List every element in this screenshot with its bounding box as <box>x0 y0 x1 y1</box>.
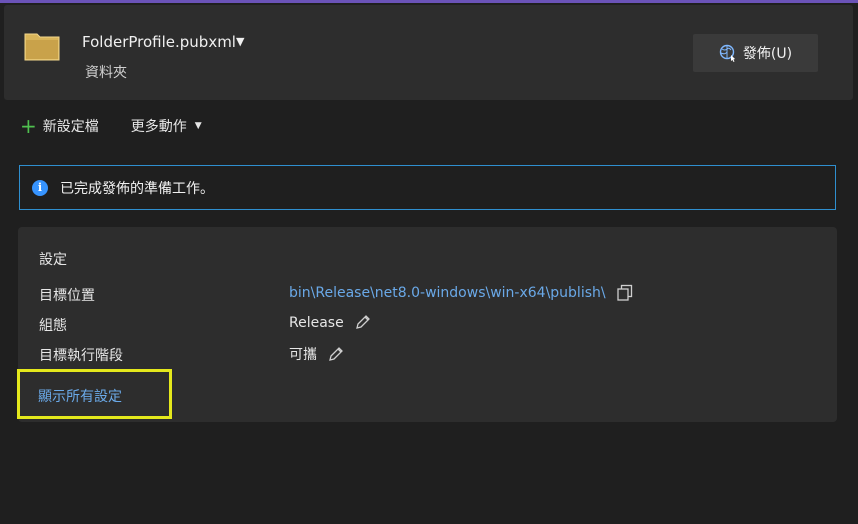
folder-icon <box>24 33 60 61</box>
toolbar: + 新設定檔 更多動作 ▼ <box>20 114 202 138</box>
configuration-value: Release <box>289 314 344 331</box>
publish-button-label: 發佈(U) <box>742 46 793 62</box>
target-location-link[interactable]: bin\Release\net8.0-windows\win-x64\publi… <box>289 285 606 301</box>
target-runtime-value: 可攜 <box>289 347 317 363</box>
edit-pencil-icon[interactable] <box>327 346 344 363</box>
settings-panel: 設定 目標位置 bin\Release\net8.0-windows\win-x… <box>17 227 837 422</box>
target-location-row: bin\Release\net8.0-windows\win-x64\publi… <box>289 284 634 302</box>
new-profile-label: 新設定檔 <box>42 119 99 135</box>
info-message: 已完成發佈的準備工作。 <box>60 180 214 197</box>
info-icon: i <box>32 179 48 196</box>
more-actions-label: 更多動作 <box>130 119 187 135</box>
edit-pencil-icon[interactable] <box>354 314 371 331</box>
profile-name[interactable]: FolderProfile.pubxml <box>82 33 236 51</box>
chevron-down-icon: ▼ <box>194 121 202 131</box>
more-actions-button[interactable]: 更多動作 ▼ <box>131 116 202 136</box>
publish-globe-icon <box>719 44 735 62</box>
show-all-settings-link[interactable]: 顯示所有設定 <box>38 386 122 406</box>
target-runtime-label: 目標執行階段 <box>39 348 123 364</box>
publish-button[interactable]: 發佈(U) <box>693 34 818 72</box>
publish-profile-header: FolderProfile.pubxml ▼ 資料夾 發佈(U) <box>4 5 853 100</box>
profile-type: 資料夾 <box>85 65 127 81</box>
info-bar: i 已完成發佈的準備工作。 <box>19 165 836 210</box>
configuration-label: 組態 <box>39 318 67 334</box>
new-profile-button[interactable]: + 新設定檔 <box>20 116 99 136</box>
copy-icon[interactable] <box>616 284 634 302</box>
settings-title: 設定 <box>39 252 67 268</box>
show-all-settings-highlight: 顯示所有設定 <box>17 369 172 419</box>
target-runtime-row: 可攜 <box>289 344 344 364</box>
window-accent-line <box>0 0 858 3</box>
profile-dropdown-caret-icon[interactable]: ▼ <box>236 35 244 48</box>
plus-icon: + <box>20 114 37 138</box>
target-location-label: 目標位置 <box>39 288 95 304</box>
configuration-row: Release <box>289 314 371 331</box>
